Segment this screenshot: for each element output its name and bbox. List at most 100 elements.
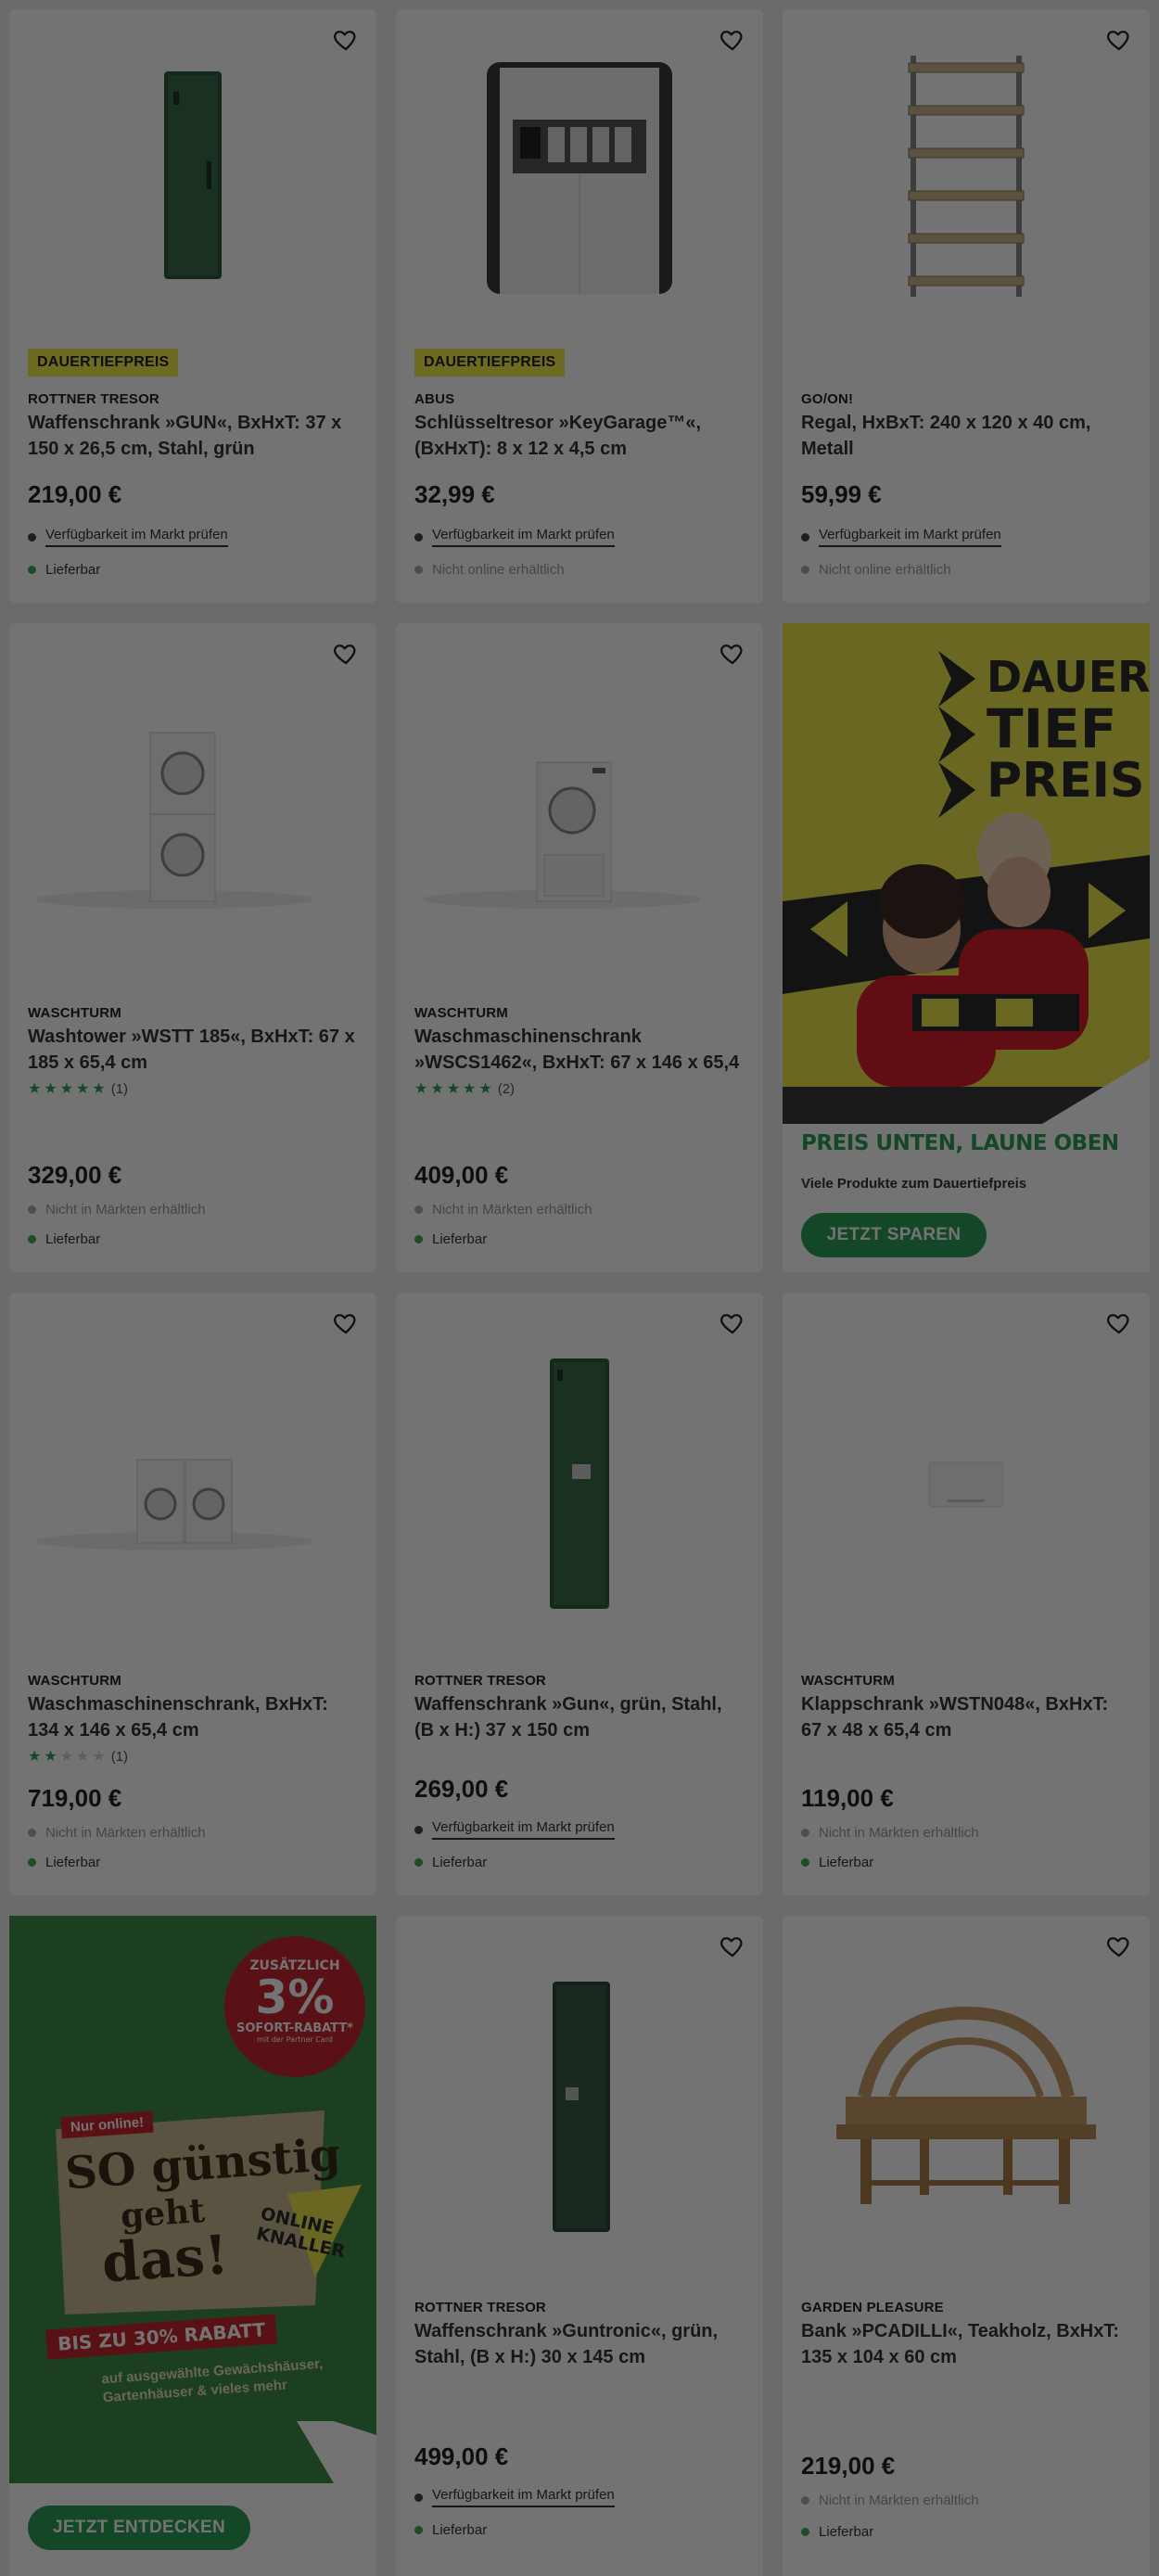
availability-store[interactable]: Verfügbarkeit im Markt prüfen xyxy=(414,1819,615,1840)
product-brand: ROTTNER TRESOR xyxy=(414,1673,546,1689)
availability-store: Nicht in Märkten erhältlich xyxy=(414,1202,592,1218)
jetzt-entdecken-button[interactable]: JETZT ENTDECKEN xyxy=(28,2506,250,2550)
availability-store: Nicht in Märkten erhältlich xyxy=(28,1202,206,1218)
star-empty-icon: ★ xyxy=(76,1749,89,1765)
star-rating: ★ ★ ★ ★ ★ xyxy=(414,1079,495,1098)
availability-store[interactable]: Verfügbarkeit im Markt prüfen xyxy=(414,2487,615,2507)
dauertiefpreis-logo: DAUER TIEF PREIS xyxy=(987,652,1150,809)
product-brand: WASCHTURM xyxy=(801,1673,895,1689)
availability-store: Nicht in Märkten erhältlich xyxy=(801,2493,979,2508)
product-card[interactable]: WASCHTURM Washtower »WSTT 185«, BxHxT: 6… xyxy=(9,623,376,1272)
heart-icon[interactable] xyxy=(719,640,746,668)
rabatt-stamp: ZUSÄTZLICH 3% SOFORT-RABATT* mit der Par… xyxy=(224,1936,365,2077)
product-image[interactable] xyxy=(9,679,376,957)
product-title[interactable]: Washtower »WSTT 185«, BxHxT: 67 x 185 x … xyxy=(28,1024,360,1076)
star-filled-icon: ★ xyxy=(92,1081,105,1097)
product-title[interactable]: Waffenschrank »Guntronic«, grün, Stahl, … xyxy=(414,2318,746,2370)
availability-delivery: Nicht online erhältlich xyxy=(414,562,565,578)
product-card[interactable]: WASCHTURM Waschmaschinenschrank, BxHxT: … xyxy=(9,1293,376,1895)
product-image[interactable] xyxy=(396,1953,763,2259)
product-card[interactable]: DAUERTIEFPREIS ROTTNER TRESOR Waffenschr… xyxy=(9,9,376,603)
star-filled-icon: ★ xyxy=(430,1081,443,1097)
product-brand: ROTTNER TRESOR xyxy=(414,2300,546,2315)
availability-store[interactable]: Verfügbarkeit im Markt prüfen xyxy=(414,527,615,547)
heart-icon[interactable] xyxy=(332,640,360,668)
product-image[interactable] xyxy=(396,679,763,957)
product-title[interactable]: Waschmaschinenschrank, BxHxT: 134 x 146 … xyxy=(28,1691,360,1743)
product-title[interactable]: Schlüsseltresor »KeyGarage™«, (BxHxT): 8… xyxy=(414,410,746,462)
heart-icon[interactable] xyxy=(332,1309,360,1337)
product-price: 219,00 € xyxy=(28,480,122,508)
product-card[interactable]: GARDEN PLEASURE Bank »PCADILLI«, Teakhol… xyxy=(783,1916,1150,2576)
star-filled-icon: ★ xyxy=(59,1081,73,1097)
product-image[interactable] xyxy=(783,1953,1150,2259)
product-price: 32,99 € xyxy=(414,480,495,508)
star-filled-icon: ★ xyxy=(44,1081,57,1097)
product-title[interactable]: Bank »PCADILLI«, Teakholz, BxHxT: 135 x … xyxy=(801,2318,1133,2370)
status-dot xyxy=(414,2493,423,2502)
star-rating: ★ ★ ★ ★ ★ xyxy=(28,1079,108,1098)
product-card[interactable]: WASCHTURM Klappschrank »WSTN048«, BxHxT:… xyxy=(783,1293,1150,1895)
product-price: 219,00 € xyxy=(801,2452,896,2480)
availability-store: Nicht in Märkten erhältlich xyxy=(801,1825,979,1841)
star-filled-icon: ★ xyxy=(44,1749,57,1765)
product-image[interactable] xyxy=(783,22,1150,328)
availability-delivery: Lieferbar xyxy=(414,1231,487,1247)
product-price: 59,99 € xyxy=(801,480,882,508)
rating-stars[interactable]: ★ ★ ★ ★ ★ (1) xyxy=(28,1079,128,1098)
product-title[interactable]: Waffenschrank »Gun«, grün, Stahl, (B x H… xyxy=(414,1691,746,1743)
online-knaller-banner[interactable]: ZUSÄTZLICH 3% SOFORT-RABATT* mit der Par… xyxy=(9,1916,376,2576)
headline-3: das! xyxy=(99,2223,231,2295)
availability-delivery: Lieferbar xyxy=(801,1855,873,1870)
product-image[interactable] xyxy=(9,1348,376,1626)
product-image[interactable] xyxy=(396,1330,763,1636)
product-card[interactable]: DAUERTIEFPREIS ABUS Schlüsseltresor »Key… xyxy=(396,9,763,603)
product-brand: ROTTNER TRESOR xyxy=(28,391,159,407)
product-brand: WASCHTURM xyxy=(28,1005,121,1021)
product-card[interactable]: ROTTNER TRESOR Waffenschrank »Guntronic«… xyxy=(396,1916,763,2576)
availability-delivery: Lieferbar xyxy=(414,1855,487,1870)
status-dot xyxy=(28,532,36,542)
star-empty-icon: ★ xyxy=(59,1749,73,1765)
product-brand: ABUS xyxy=(414,391,455,407)
product-title[interactable]: Klappschrank »WSTN048«, BxHxT: 67 x 48 x… xyxy=(801,1691,1133,1743)
star-filled-icon: ★ xyxy=(28,1081,41,1097)
rating-stars[interactable]: ★ ★ ★ ★ ★ (1) xyxy=(28,1747,128,1766)
product-price: 269,00 € xyxy=(414,1775,509,1803)
product-brand: GO/ON! xyxy=(801,391,854,407)
status-dot xyxy=(801,1829,809,1837)
product-price: 409,00 € xyxy=(414,1161,509,1189)
product-image[interactable] xyxy=(9,22,376,328)
status-dot xyxy=(801,532,809,542)
jetzt-sparen-button[interactable]: JETZT SPAREN xyxy=(801,1213,987,1257)
rating-stars[interactable]: ★ ★ ★ ★ ★ (2) xyxy=(414,1079,515,1098)
product-card[interactable]: GO/ON! Regal, HxBxT: 240 x 120 x 40 cm, … xyxy=(783,9,1150,603)
price-badge: DAUERTIEFPREIS xyxy=(28,349,179,376)
status-dot xyxy=(28,566,36,574)
availability-store[interactable]: Verfügbarkeit im Markt prüfen xyxy=(801,527,1001,547)
product-image[interactable] xyxy=(396,22,763,328)
product-title[interactable]: Waschmaschinenschrank »WSCS1462«, BxHxT:… xyxy=(414,1024,746,1076)
product-price: 329,00 € xyxy=(28,1161,122,1189)
availability-delivery: Lieferbar xyxy=(28,1855,100,1870)
product-title[interactable]: Waffenschrank »GUN«, BxHxT: 37 x 150 x 2… xyxy=(28,410,360,462)
star-filled-icon: ★ xyxy=(463,1081,476,1097)
availability-delivery: Lieferbar xyxy=(28,1231,100,1247)
availability-delivery: Lieferbar xyxy=(414,2522,487,2538)
banner-subtext: Viele Produkte zum Dauertiefpreis xyxy=(801,1176,1027,1192)
status-dot xyxy=(28,1858,36,1867)
product-price: 119,00 € xyxy=(801,1784,894,1812)
status-dot xyxy=(28,1205,36,1214)
dauertiefpreis-banner[interactable]: DAUER TIEF PREIS PREIS UNTEN, LAUNE OBEN… xyxy=(783,623,1150,1272)
product-title[interactable]: Regal, HxBxT: 240 x 120 x 40 cm, Metall xyxy=(801,410,1133,462)
product-card[interactable]: ROTTNER TRESOR Waffenschrank »Gun«, grün… xyxy=(396,1293,763,1895)
status-dot xyxy=(801,2528,809,2536)
banner-image: ZUSÄTZLICH 3% SOFORT-RABATT* mit der Par… xyxy=(9,1916,376,2483)
product-image[interactable] xyxy=(783,1330,1150,1636)
product-card[interactable]: WASCHTURM Waschmaschinenschrank »WSCS146… xyxy=(396,623,763,1272)
availability-store[interactable]: Verfügbarkeit im Markt prüfen xyxy=(28,527,228,547)
status-dot xyxy=(801,2496,809,2505)
status-dot xyxy=(414,1205,423,1214)
availability-delivery: Lieferbar xyxy=(801,2524,873,2540)
product-price: 499,00 € xyxy=(414,2442,509,2470)
